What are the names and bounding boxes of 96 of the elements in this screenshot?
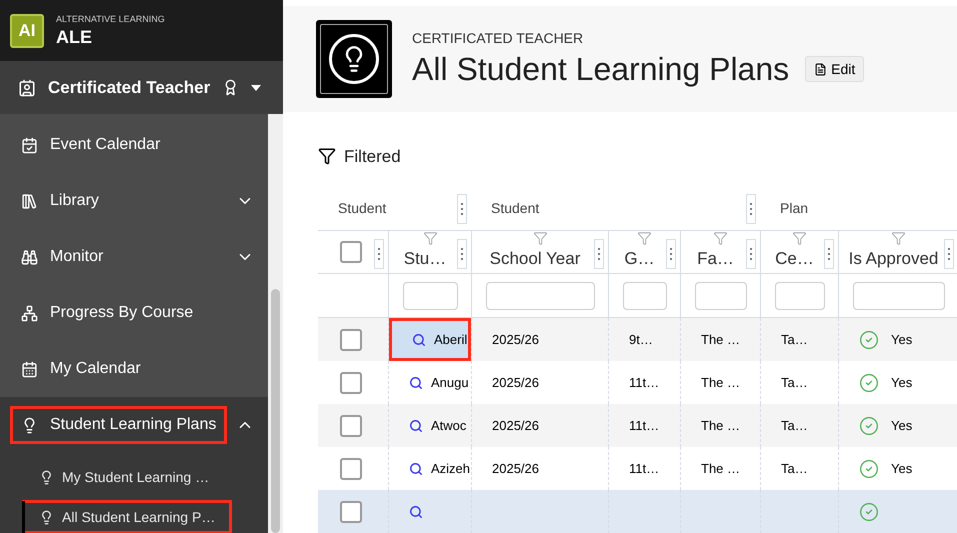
filter-input[interactable] [622, 282, 666, 310]
filter-input[interactable] [694, 282, 746, 310]
app-subtitle: ALTERNATIVE LEARNING [56, 12, 165, 26]
sidebar-subitem[interactable]: My Student Learning … [22, 460, 226, 494]
page-overline: CERTIFICATED TEACHER [412, 29, 584, 48]
table-cell-text: 2025/26 [492, 460, 539, 478]
row-checkbox[interactable] [340, 500, 362, 522]
column-grip-icon[interactable] [746, 239, 756, 269]
row-checkbox[interactable] [340, 414, 362, 436]
calendar-icon [21, 360, 38, 378]
column-grip-icon[interactable] [666, 239, 676, 269]
edit-button[interactable]: Edit [805, 56, 864, 82]
app-name: ALE [56, 26, 93, 49]
column-filter-icon[interactable] [637, 231, 652, 246]
table-cell-text: Ta… [781, 460, 808, 478]
table-cell-text: Ta… [781, 374, 808, 392]
table-cell-text: 2025/26 [492, 416, 539, 435]
column-header[interactable]: G… [624, 246, 665, 271]
badge-icon [18, 78, 36, 97]
lightbulb-icon [39, 510, 54, 524]
table-cell-text: 11t… [629, 374, 660, 392]
filter-input[interactable] [486, 282, 594, 310]
search-icon [409, 418, 423, 432]
caret-icon [251, 84, 262, 91]
search-icon [409, 462, 423, 476]
sidebar-item[interactable]: My Calendar [10, 350, 152, 388]
column-header[interactable]: Stu… [404, 246, 456, 271]
filter-icon [318, 147, 336, 166]
table-row[interactable]: Atwoc 2025/26 11t… The … Ta… Yes [318, 404, 957, 447]
search-icon [409, 504, 423, 518]
row-checkbox[interactable] [340, 372, 362, 394]
column-filter-icon[interactable] [713, 231, 728, 246]
table-cell-text: Yes [891, 460, 912, 478]
row-checkbox[interactable] [340, 458, 362, 480]
sidebar-item[interactable]: Event Calendar [10, 126, 172, 164]
table-cell-text: Yes [891, 330, 912, 349]
row-checkbox[interactable] [340, 328, 362, 350]
table-cell-text: 11t… [629, 460, 660, 478]
select-all-checkbox[interactable] [340, 241, 362, 263]
sidebar-item[interactable]: Progress By Course [10, 294, 204, 332]
group-header: Student [338, 198, 386, 218]
sidebar-subitem[interactable]: All Student Learning P… [22, 500, 232, 533]
calendar-icon [21, 136, 38, 154]
column-header[interactable]: School Year [490, 246, 590, 271]
column-header[interactable]: Fa… [697, 246, 744, 271]
column-header[interactable]: Is Approved [848, 246, 948, 271]
binoculars-icon [21, 248, 38, 266]
column-grip-icon[interactable] [824, 239, 834, 269]
hierarchy-icon [21, 304, 38, 322]
student-cell[interactable]: Azizeh [389, 447, 471, 490]
column-grip-icon[interactable] [457, 239, 467, 269]
search-icon [412, 332, 426, 346]
table-cell-text: The … [701, 374, 740, 392]
sidebar-item[interactable]: Student Learning Plans [10, 406, 228, 444]
table-cell-text: 2025/26 [492, 330, 539, 349]
filter-status: Filtered [344, 146, 401, 168]
table-cell-text: Ta… [781, 416, 808, 435]
column-grip-icon[interactable] [944, 239, 954, 269]
table-row[interactable]: Aberil 2025/26 9t… The … Ta… Yes [318, 318, 957, 361]
role-switcher[interactable]: Certificated Teacher [0, 61, 283, 114]
column-header[interactable]: Ce… [775, 246, 824, 271]
column-grip-icon[interactable] [457, 194, 467, 224]
column-filter-icon[interactable] [422, 231, 438, 246]
group-header: Plan [780, 198, 808, 218]
sidebar-item[interactable]: Library [10, 182, 110, 220]
page-title: All Student Learning Plans [412, 50, 790, 90]
search-icon [409, 376, 423, 390]
document-icon [814, 62, 828, 76]
column-grip-icon[interactable] [374, 239, 384, 269]
student-cell[interactable]: Aberil [389, 318, 471, 361]
filter-input[interactable] [774, 282, 824, 310]
group-header: Student [491, 198, 540, 218]
table-cell-text: Yes [891, 374, 912, 392]
app-logo: AI [10, 14, 44, 48]
table-cell-text: Ta… [781, 330, 808, 349]
page-icon [316, 20, 392, 98]
student-cell[interactable]: Atwoc [389, 404, 471, 447]
table-cell-text: The … [701, 330, 740, 349]
sidebar-item[interactable]: Monitor [10, 238, 114, 276]
lightbulb-icon [39, 470, 54, 484]
column-filter-icon[interactable] [792, 231, 807, 246]
table-cell-text: The … [701, 460, 740, 478]
scrollbar[interactable] [268, 114, 283, 533]
table-cell-text: The … [701, 416, 740, 435]
column-grip-icon[interactable] [746, 194, 756, 224]
table-cell-text: 9t… [629, 330, 653, 349]
filter-input[interactable] [852, 282, 944, 310]
table-cell-text: Yes [891, 416, 912, 435]
student-cell[interactable]: Anugu [389, 361, 471, 404]
column-grip-icon[interactable] [594, 239, 604, 269]
column-filter-icon[interactable] [532, 231, 548, 246]
table-cell-text: 11t… [629, 416, 660, 435]
filter-input[interactable] [402, 282, 458, 310]
books-icon [21, 192, 38, 210]
table-cell-text: 2025/26 [492, 374, 539, 392]
column-filter-icon[interactable] [891, 231, 906, 246]
